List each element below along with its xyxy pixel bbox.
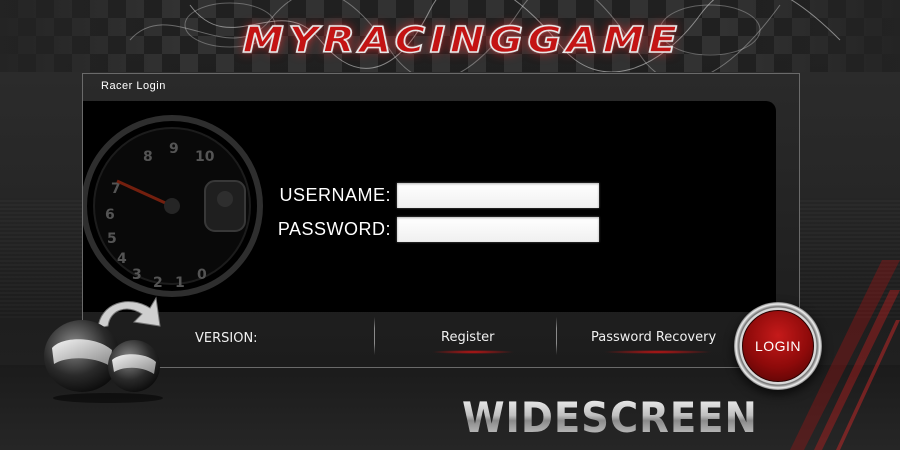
version-label: VERSION:: [195, 331, 258, 346]
username-label: USERNAME:: [279, 184, 391, 205]
widescreen-badge: WIDESCREEN: [462, 392, 777, 444]
tachometer-icon: 8 9 10 7 6 5 4 3 2 1 0: [83, 115, 263, 297]
refresh-arrow-icon: [97, 296, 161, 329]
footer-divider: [374, 317, 375, 355]
panel-footer: VERSION: Register Password Recovery: [83, 314, 801, 367]
password-recovery-link[interactable]: Password Recovery: [591, 330, 716, 345]
gauge-tick-5: 5: [107, 231, 117, 247]
panel-title: Racer Login: [101, 80, 166, 92]
gauge-tick-9: 9: [169, 141, 179, 157]
login-panel: Racer Login 8 9 10 7 6 5 4 3 2 1 0 USERN…: [82, 73, 800, 368]
gauge-tick-3: 3: [132, 267, 142, 283]
gauge-tick-4: 4: [117, 251, 127, 267]
password-row: PASSWORD:: [253, 213, 613, 245]
gauge-tick-6: 6: [105, 207, 115, 223]
password-input[interactable]: [397, 216, 599, 242]
checkered-flag-banner: MYRACINGGAME: [0, 0, 900, 72]
username-input[interactable]: [397, 182, 599, 208]
game-logo: MYRACINGGAME: [242, 19, 682, 62]
gauge-tick-1: 1: [175, 275, 185, 291]
helmet-icon: [44, 296, 163, 403]
gauge-tick-8: 8: [143, 149, 153, 165]
red-streaks-decoration: [790, 260, 900, 450]
register-glow: [431, 350, 515, 354]
footer-divider: [556, 317, 557, 355]
register-link[interactable]: Register: [441, 330, 495, 345]
login-form-area: 8 9 10 7 6 5 4 3 2 1 0 USERNAME: PASSWOR…: [83, 101, 776, 312]
credentials-form: USERNAME: PASSWORD:: [253, 179, 613, 247]
recovery-glow: [603, 350, 713, 354]
gauge-tick-0: 0: [197, 267, 207, 283]
username-row: USERNAME:: [253, 179, 613, 211]
password-label: PASSWORD:: [277, 218, 391, 239]
gauge-tick-10: 10: [195, 149, 215, 165]
